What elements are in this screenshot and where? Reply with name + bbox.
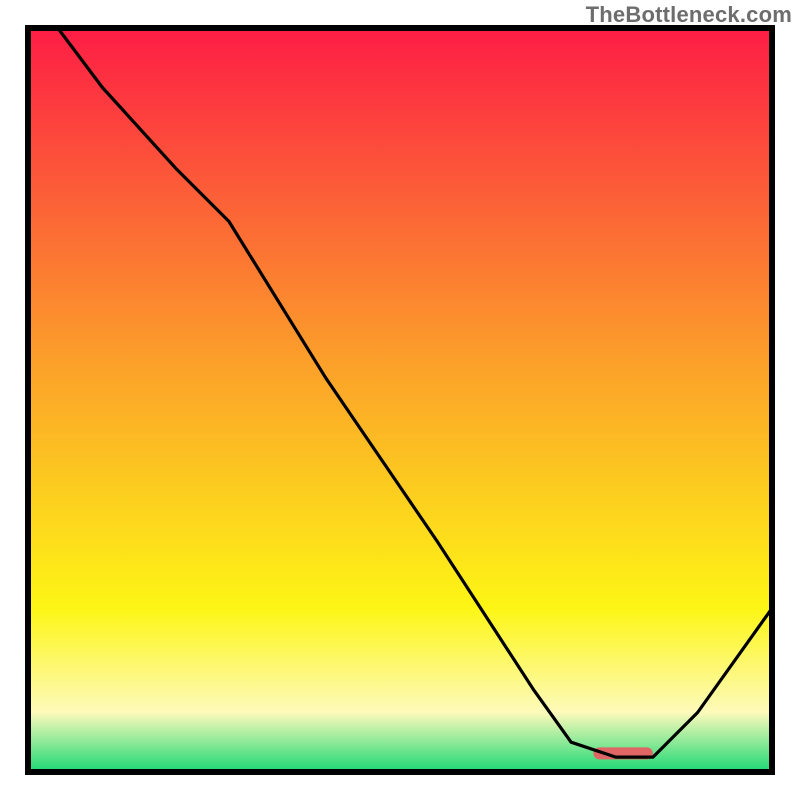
plot-background bbox=[28, 28, 772, 772]
watermark-label: TheBottleneck.com bbox=[586, 2, 792, 28]
bottleneck-chart bbox=[0, 0, 800, 800]
